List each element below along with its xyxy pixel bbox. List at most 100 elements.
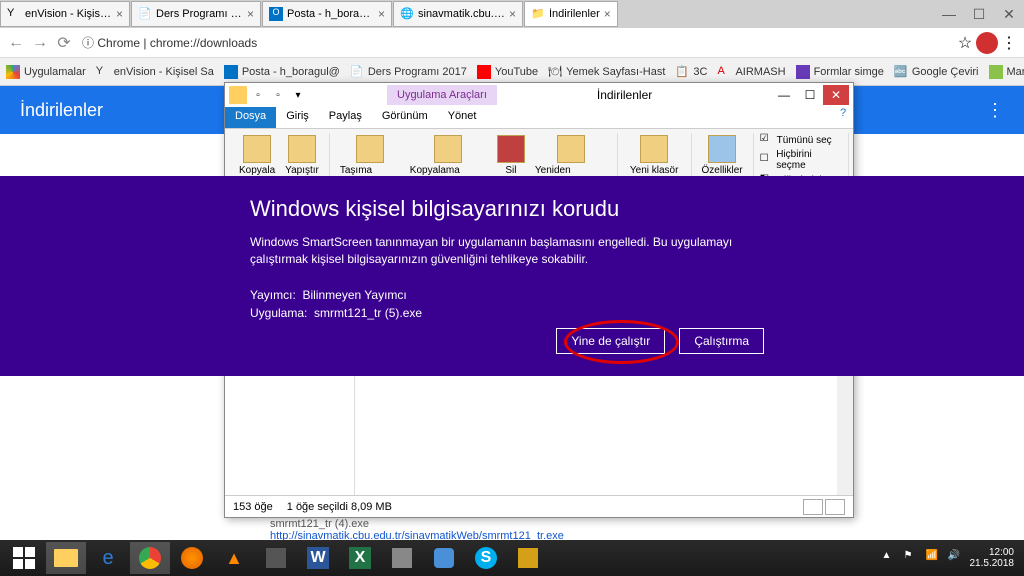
selectnone-button[interactable]: ☐Hiçbirini seçme xyxy=(760,149,842,171)
menu-icon[interactable]: ⋮ xyxy=(986,100,1004,121)
bookmark-item[interactable]: 📋3C xyxy=(675,65,707,79)
bookmark-item[interactable]: 🔤Google Çeviri xyxy=(894,65,979,79)
paste-icon xyxy=(288,135,316,163)
status-selection: 1 öğe seçildi 8,09 MB xyxy=(287,501,392,513)
apps-icon xyxy=(6,65,20,79)
menu-icon[interactable]: ⋮ xyxy=(998,32,1020,54)
close-icon[interactable]: ✕ xyxy=(823,85,849,105)
taskbar-app[interactable] xyxy=(256,542,296,574)
selectall-button[interactable]: ☑Tümünü seç xyxy=(760,133,842,147)
taskbar-chrome[interactable] xyxy=(130,542,170,574)
bookmark-icon: 📄 xyxy=(350,65,364,79)
close-icon[interactable]: × xyxy=(378,7,385,21)
star-icon[interactable]: ☆ xyxy=(954,32,976,54)
browser-tab[interactable]: 📄Ders Programı 2017-201× xyxy=(131,1,261,27)
tab-label: enVision - Kişisel Sayfam xyxy=(25,8,112,20)
browser-tab[interactable]: YenVision - Kişisel Sayfam× xyxy=(0,1,130,27)
ribbon-tab-file[interactable]: Dosya xyxy=(225,107,276,128)
taskbar-ie[interactable]: e xyxy=(88,542,128,574)
taskbar-skype[interactable]: S xyxy=(466,542,506,574)
back-button[interactable]: ← xyxy=(4,31,28,55)
extension-icon[interactable] xyxy=(976,32,998,54)
browser-tab-active[interactable]: 📁İndirilenler× xyxy=(524,1,618,27)
context-tab[interactable]: Uygulama Araçları xyxy=(387,85,497,105)
minimize-icon[interactable]: — xyxy=(771,85,797,105)
close-icon[interactable]: × xyxy=(604,7,611,21)
taskbar-app[interactable] xyxy=(508,542,548,574)
copy-button[interactable]: Kopyala xyxy=(235,133,279,178)
taskbar-app[interactable] xyxy=(424,542,464,574)
view-icons-button[interactable] xyxy=(825,499,845,515)
view-details-button[interactable] xyxy=(803,499,823,515)
taskbar-explorer[interactable] xyxy=(46,542,86,574)
app-icon xyxy=(434,548,454,568)
page-title: İndirilenler xyxy=(20,100,103,121)
explorer-titlebar[interactable]: ▫ ▫ ▾ Uygulama Araçları İndirilenler — ☐… xyxy=(225,83,853,107)
newfolder-button[interactable]: Yeni klasör xyxy=(626,133,683,178)
taskbar-app[interactable] xyxy=(382,542,422,574)
ribbon-tabs: Dosya Giriş Paylaş Görünüm Yönet ? xyxy=(225,107,853,129)
browser-tab[interactable]: 🌐sinavmatik.cbu.edu.tr/sin× xyxy=(393,1,523,27)
bookmark-item[interactable]: Formlar simge xyxy=(796,65,884,79)
forward-button[interactable]: → xyxy=(28,31,52,55)
dont-run-button[interactable]: Çalıştırma xyxy=(679,328,764,354)
ribbon-tab-home[interactable]: Giriş xyxy=(276,107,319,128)
firefox-icon xyxy=(181,547,203,569)
qat-icon[interactable]: ▫ xyxy=(249,86,267,104)
folder-icon xyxy=(640,135,668,163)
taskbar-excel[interactable]: X xyxy=(340,542,380,574)
bookmark-item[interactable]: Marketagent.com: B xyxy=(989,65,1024,79)
excel-icon: X xyxy=(349,547,371,569)
ribbon-tab-manage[interactable]: Yönet xyxy=(438,107,487,128)
ribbon-tab-share[interactable]: Paylaş xyxy=(319,107,372,128)
close-icon[interactable]: ✕ xyxy=(994,2,1024,26)
close-icon[interactable]: × xyxy=(116,7,123,21)
tab-icon: O xyxy=(269,7,283,21)
run-anyway-button[interactable]: Yine de çalıştır xyxy=(556,328,665,354)
taskbar-vlc[interactable]: ▲ xyxy=(214,542,254,574)
smartscreen-dialog: Windows kişisel bilgisayarınızı korudu W… xyxy=(0,176,1024,376)
close-icon[interactable]: × xyxy=(509,7,516,21)
clock[interactable]: 12:00 21.5.2018 xyxy=(970,547,1015,569)
maximize-icon[interactable]: ☐ xyxy=(797,85,823,105)
chrome-icon xyxy=(139,547,161,569)
bookmark-item[interactable]: YouTube xyxy=(477,65,538,79)
word-icon: W xyxy=(307,547,329,569)
taskbar-word[interactable]: W xyxy=(298,542,338,574)
start-button[interactable] xyxy=(4,542,44,574)
browser-tab[interactable]: OPosta - h_boragul@hotm× xyxy=(262,1,392,27)
folder-icon: 📁 xyxy=(531,7,545,21)
youtube-icon xyxy=(477,65,491,79)
bookmark-item[interactable]: Posta - h_boragul@ xyxy=(224,65,340,79)
window-title: İndirilenler xyxy=(597,88,652,102)
skype-icon: S xyxy=(475,547,497,569)
bookmark-item[interactable]: AAIRMASH xyxy=(717,65,785,79)
download-item[interactable]: smrmt121_tr (4).exe http://sinavmatik.cb… xyxy=(270,518,564,542)
copy-icon xyxy=(243,135,271,163)
apps-button[interactable]: Uygulamalar xyxy=(6,65,86,79)
bookmark-item[interactable]: YenVision - Kişisel Sa xyxy=(96,65,214,79)
maximize-icon[interactable]: ☐ xyxy=(964,2,994,26)
app-icon xyxy=(392,548,412,568)
statusbar: 153 öğe 1 öğe seçildi 8,09 MB xyxy=(225,495,853,517)
taskbar-firefox[interactable] xyxy=(172,542,212,574)
properties-button[interactable]: Özellikler xyxy=(698,133,747,178)
minimize-icon[interactable]: — xyxy=(934,2,964,26)
ribbon-tab-view[interactable]: Görünüm xyxy=(372,107,438,128)
bookmark-item[interactable]: 📄Ders Programı 2017 xyxy=(350,65,467,79)
paste-button[interactable]: Yapıştır xyxy=(281,133,323,178)
qat-dropdown-icon[interactable]: ▾ xyxy=(289,86,307,104)
bookmark-icon xyxy=(224,65,238,79)
bookmark-icon: A xyxy=(717,65,731,79)
browser-tab-strip: YenVision - Kişisel Sayfam× 📄Ders Progra… xyxy=(0,0,1024,28)
close-icon[interactable]: × xyxy=(247,7,254,21)
tray-volume-icon[interactable]: 🔊 xyxy=(948,550,964,566)
url-input[interactable]: ⓘ Chrome | chrome://downloads xyxy=(76,32,954,54)
help-icon[interactable]: ? xyxy=(833,107,853,128)
reload-button[interactable]: ⟳ xyxy=(52,31,76,55)
qat-icon[interactable]: ▫ xyxy=(269,86,287,104)
tray-chevron-icon[interactable]: ▲ xyxy=(882,550,898,566)
bookmark-item[interactable]: 🍽Yemek Sayfası-Hast xyxy=(548,65,665,79)
tray-flag-icon[interactable]: ⚑ xyxy=(904,550,920,566)
tray-network-icon[interactable]: 📶 xyxy=(926,550,942,566)
